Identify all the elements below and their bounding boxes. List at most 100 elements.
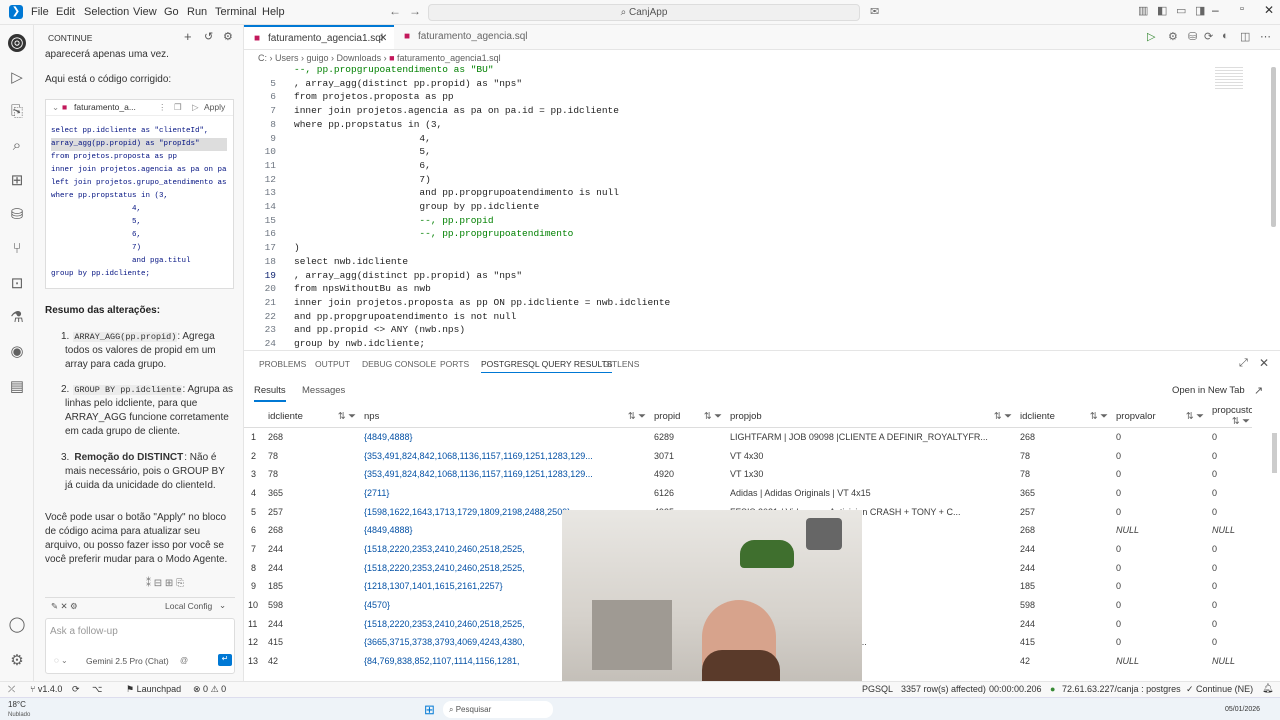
table-cell[interactable]: 257: [264, 502, 360, 521]
table-cell[interactable]: 42: [1016, 652, 1112, 671]
table-cell[interactable]: {2711}: [360, 484, 650, 503]
table-cell[interactable]: {4849,4888}: [360, 428, 650, 447]
table-cell[interactable]: 0: [1112, 596, 1208, 615]
open-new-tab-link[interactable]: Open in New Tab: [1172, 385, 1245, 396]
layout-icon[interactable]: ▥: [1138, 4, 1148, 17]
sync-icon[interactable]: ⟳: [72, 684, 80, 695]
settings-gear-icon[interactable]: ⚙: [8, 652, 26, 670]
toggle-panel-icon[interactable]: ▭: [1176, 4, 1186, 17]
table-cell[interactable]: 415: [1016, 633, 1112, 652]
row-number[interactable]: 10: [244, 596, 264, 615]
copy-icon[interactable]: ❐: [174, 100, 182, 115]
table-cell[interactable]: 244: [1016, 614, 1112, 633]
row-number[interactable]: 4: [244, 484, 264, 503]
sort-filter-icon[interactable]: ⇅ ⏷: [338, 411, 360, 422]
explorer-icon[interactable]: ⎘: [8, 103, 26, 121]
new-chat-icon[interactable]: +: [184, 29, 192, 44]
table-cell[interactable]: 0: [1112, 540, 1208, 559]
row-number[interactable]: 11: [244, 614, 264, 633]
more-actions-icon[interactable]: ⋯: [1260, 30, 1271, 43]
table-cell[interactable]: {353,491,824,842,1068,1136,1157,1169,125…: [360, 446, 650, 465]
table-cell[interactable]: 0: [1208, 446, 1252, 465]
table-cell[interactable]: NULL: [1112, 652, 1208, 671]
column-header[interactable]: propjob ⇅ ⏷: [726, 405, 1016, 428]
database-icon[interactable]: ⛁: [8, 206, 26, 224]
tab-faturamento-agencia1[interactable]: ■ faturamento_agencia1.sql ✕: [244, 25, 394, 49]
back-arrow-icon[interactable]: ←: [389, 4, 401, 18]
row-number[interactable]: 13: [244, 652, 264, 671]
chat-action-icons[interactable]: ⁑ ⊟ ⊞ ⎘: [146, 578, 184, 589]
source-control-icon[interactable]: ⑂: [8, 240, 26, 258]
column-header[interactable]: propid ⇅ ⏷: [650, 405, 726, 428]
table-cell[interactable]: NULL: [1112, 521, 1208, 540]
breadcrumb-item[interactable]: faturamento_agencia1.sql: [397, 53, 501, 63]
debug-icon[interactable]: ⚙: [1168, 30, 1178, 43]
table-cell[interactable]: 598: [1016, 596, 1112, 615]
sort-filter-icon[interactable]: ⇅ ⏷: [994, 411, 1016, 422]
panel-tab-gitlens[interactable]: GITLENS: [603, 359, 639, 369]
row-number[interactable]: 2: [244, 446, 264, 465]
table-cell[interactable]: 0: [1112, 558, 1208, 577]
table-cell[interactable]: 268: [264, 521, 360, 540]
table-cell[interactable]: 185: [264, 577, 360, 596]
table-cell[interactable]: 268: [1016, 521, 1112, 540]
table-cell[interactable]: 78: [264, 446, 360, 465]
config-select[interactable]: Local Config: [165, 601, 212, 611]
table-cell[interactable]: {353,491,824,842,1068,1136,1157,1169,125…: [360, 465, 650, 484]
table-cell[interactable]: 268: [264, 428, 360, 447]
run-icon[interactable]: ▷: [1147, 30, 1155, 43]
launchpad-item[interactable]: ⚑ Launchpad: [126, 684, 181, 695]
table-cell[interactable]: 244: [1016, 558, 1112, 577]
row-number[interactable]: 1: [244, 428, 264, 447]
row-number[interactable]: 8: [244, 558, 264, 577]
refresh-icon[interactable]: ⟳: [1204, 30, 1213, 43]
table-cell[interactable]: 0: [1112, 614, 1208, 633]
column-header[interactable]: propcusto ⇅ ⏷: [1208, 405, 1252, 428]
menu-terminal[interactable]: Terminal: [215, 6, 257, 18]
menu-view[interactable]: View: [133, 6, 157, 18]
compare-icon[interactable]: ◐: [1222, 30, 1229, 42]
problems-indicator[interactable]: ⊗ 0 ⚠ 0: [193, 684, 226, 695]
table-cell[interactable]: 0: [1208, 577, 1252, 596]
model-select[interactable]: Gemini 2.5 Pro (Chat): [86, 656, 169, 666]
external-link-icon[interactable]: ↗: [1254, 384, 1263, 397]
chart-icon[interactable]: ▤: [8, 378, 26, 396]
menu-file[interactable]: File: [31, 6, 49, 18]
code-editor[interactable]: --, pp.propgrupoatendimento as "BU" 5 , ar…: [244, 64, 1244, 349]
chat-settings-icon[interactable]: ⚙: [223, 30, 233, 43]
taskbar-search[interactable]: ⌕ Pesquisar: [443, 701, 553, 718]
chevron-down-icon[interactable]: ⌄: [219, 600, 226, 611]
minimap[interactable]: [1215, 67, 1243, 89]
remote-indicator-icon[interactable]: ⤫: [8, 684, 15, 695]
apply-icon[interactable]: ▷: [192, 100, 199, 115]
sort-filter-icon[interactable]: ⇅ ⏷: [628, 411, 650, 422]
windows-start-icon[interactable]: ⊞: [424, 702, 435, 718]
table-cell[interactable]: 42: [264, 652, 360, 671]
mention-icon[interactable]: @: [180, 656, 188, 665]
table-cell[interactable]: 0: [1208, 540, 1252, 559]
search-icon[interactable]: ⌕: [8, 137, 26, 155]
row-number[interactable]: 9: [244, 577, 264, 596]
close-panel-icon[interactable]: ✕: [1259, 356, 1269, 370]
results-scrollbar[interactable]: [1272, 433, 1277, 473]
language-mode[interactable]: PGSQL: [862, 684, 893, 694]
remote-icon[interactable]: ⊡: [8, 275, 26, 293]
forward-arrow-icon[interactable]: →: [409, 4, 421, 18]
table-cell[interactable]: 0: [1208, 596, 1252, 615]
table-cell[interactable]: 244: [264, 614, 360, 633]
column-header[interactable]: idcliente ⇅ ⏷: [1016, 405, 1112, 428]
close-tab-icon[interactable]: ✕: [379, 27, 387, 51]
menu-run[interactable]: Run: [187, 6, 207, 18]
db-icon[interactable]: ⛁: [1188, 30, 1197, 43]
table-row[interactable]: 1 268 {4849,4888} 6289 LIGHTFARM | JOB 09098…: [244, 428, 1252, 447]
table-cell[interactable]: 257: [1016, 502, 1112, 521]
menu-edit[interactable]: Edit: [56, 6, 75, 18]
breadcrumb-item[interactable]: guigo: [307, 53, 329, 63]
toggle-secondary-icon[interactable]: ◨: [1195, 4, 1205, 17]
sort-filter-icon[interactable]: ⇅ ⏷: [1186, 411, 1208, 422]
row-number[interactable]: 3: [244, 465, 264, 484]
panel-tab-postgresql-results[interactable]: POSTGRESQL QUERY RESULTS: [481, 359, 613, 373]
history-icon[interactable]: ↺: [204, 30, 213, 43]
tools-icon[interactable]: ✎ ✕ ⚙: [51, 601, 78, 612]
git-icon[interactable]: ⌥: [92, 684, 102, 695]
